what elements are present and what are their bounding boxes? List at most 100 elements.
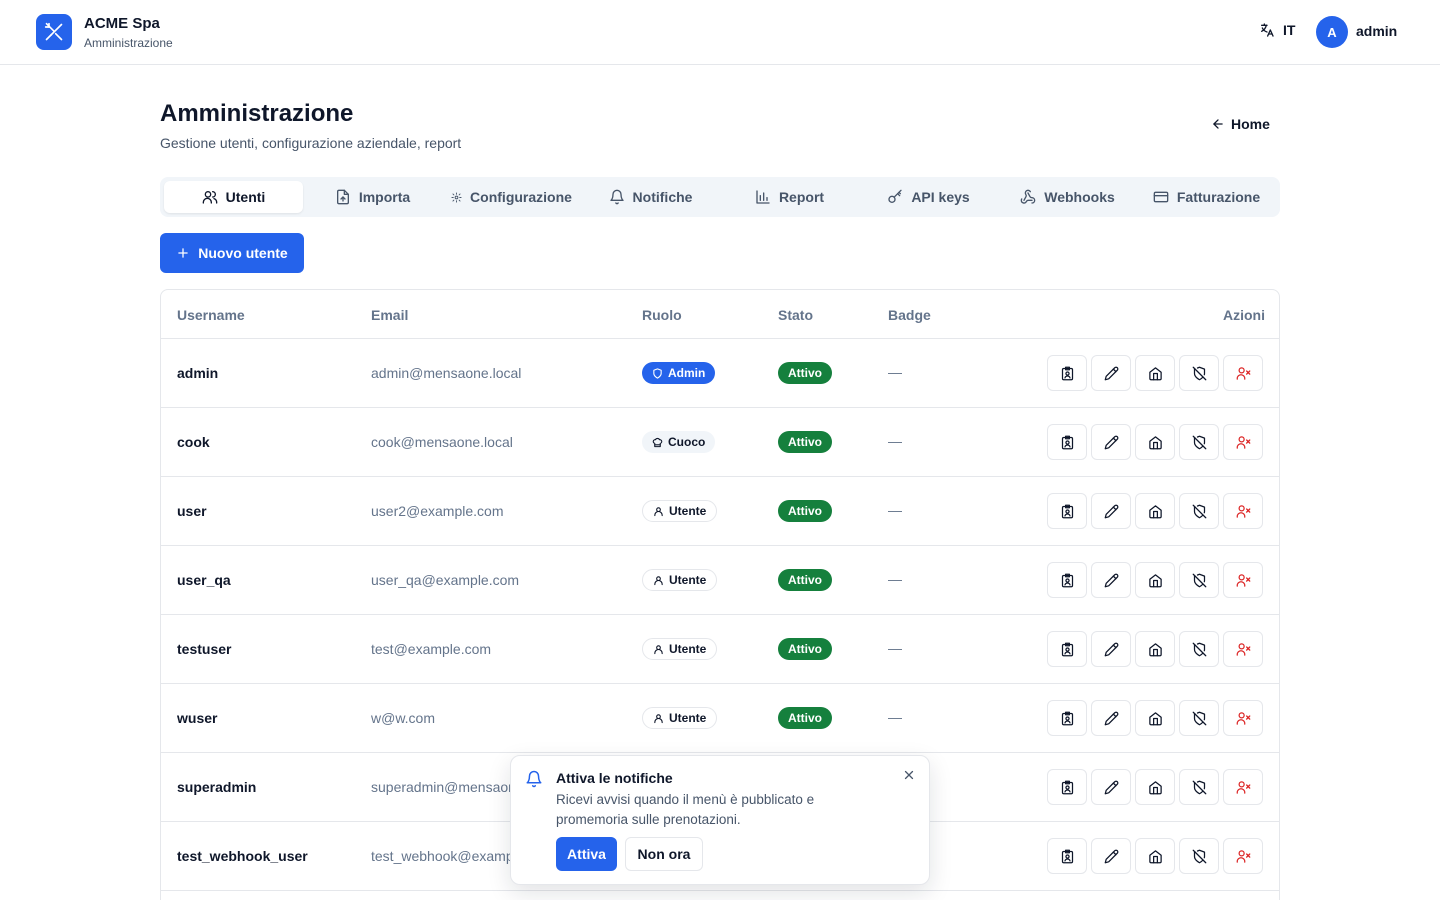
column-header: Username — [177, 307, 245, 323]
badge-icon — [1061, 435, 1073, 449]
tab-importa[interactable]: Importa — [303, 181, 442, 213]
tab-utenti[interactable]: Utenti — [164, 181, 303, 213]
shield-off-icon — [1192, 435, 1206, 449]
home-icon — [1148, 573, 1162, 587]
delete-user-button[interactable] — [1223, 700, 1263, 736]
user-remove-icon — [1236, 435, 1250, 449]
webhook-icon — [1020, 189, 1036, 204]
user-name[interactable]: admin — [1356, 23, 1397, 39]
file-upload-icon — [336, 189, 349, 205]
badge-button[interactable] — [1047, 424, 1087, 460]
column-header: Azioni — [1223, 307, 1265, 323]
shield-off-icon — [1192, 366, 1206, 380]
home-icon — [1148, 642, 1162, 656]
shield-off-icon — [1192, 849, 1206, 863]
row-actions — [1047, 631, 1263, 667]
tab-notifiche[interactable]: Notifiche — [581, 181, 720, 213]
delete-user-button[interactable] — [1223, 355, 1263, 391]
shield-icon — [653, 367, 662, 379]
badge-button[interactable] — [1047, 562, 1087, 598]
column-header: Badge — [888, 307, 931, 323]
status-badge-cell: Attivo — [778, 431, 832, 453]
home-button[interactable] — [1135, 562, 1175, 598]
row-actions — [1047, 424, 1263, 460]
page-title: Amministrazione — [160, 100, 354, 127]
disable-button[interactable] — [1179, 562, 1219, 598]
shield-off-icon — [1192, 711, 1206, 725]
badge-button[interactable] — [1047, 493, 1087, 529]
delete-user-button[interactable] — [1223, 562, 1263, 598]
home-button[interactable] — [1135, 424, 1175, 460]
delete-user-button[interactable] — [1223, 493, 1263, 529]
chef-hat-icon — [652, 437, 663, 447]
language-switcher[interactable]: IT — [1259, 22, 1295, 38]
edit-button[interactable] — [1091, 493, 1131, 529]
edit-button[interactable] — [1091, 562, 1131, 598]
status-badge: Attivo — [778, 638, 832, 660]
close-icon[interactable] — [902, 768, 916, 782]
edit-button[interactable] — [1091, 424, 1131, 460]
table-row: user user2@example.com Utente Attivo — — [161, 477, 1279, 546]
delete-user-button[interactable] — [1223, 424, 1263, 460]
tab-fatturazione[interactable]: Fatturazione — [1137, 181, 1276, 213]
user-icon — [654, 575, 663, 585]
disable-button[interactable] — [1179, 769, 1219, 805]
delete-user-button[interactable] — [1223, 838, 1263, 874]
edit-button[interactable] — [1091, 838, 1131, 874]
home-button[interactable] — [1135, 700, 1175, 736]
badge-button[interactable] — [1047, 631, 1087, 667]
edit-button[interactable] — [1091, 355, 1131, 391]
column-header: Stato — [778, 307, 813, 323]
new-user-label: Nuovo utente — [198, 245, 288, 261]
edit-button[interactable] — [1091, 700, 1131, 736]
admin-tabs: Utenti Importa Configurazione Notifiche … — [160, 177, 1280, 217]
disable-button[interactable] — [1179, 631, 1219, 667]
delete-user-button[interactable] — [1223, 631, 1263, 667]
edit-button[interactable] — [1091, 769, 1131, 805]
home-icon — [1148, 435, 1162, 449]
home-link[interactable]: Home — [1211, 116, 1270, 132]
row-badge: — — [888, 364, 902, 380]
home-button[interactable] — [1135, 769, 1175, 805]
badge-button[interactable] — [1047, 355, 1087, 391]
app-logo[interactable] — [36, 14, 72, 50]
pencil-icon — [1104, 849, 1118, 863]
user-remove-icon — [1236, 849, 1250, 863]
dismiss-notifications-button[interactable]: Non ora — [625, 837, 703, 871]
home-button[interactable] — [1135, 355, 1175, 391]
avatar[interactable]: A — [1316, 16, 1348, 48]
badge-button[interactable] — [1047, 700, 1087, 736]
pencil-icon — [1104, 504, 1118, 518]
delete-user-button[interactable] — [1223, 769, 1263, 805]
utensils-icon — [44, 22, 63, 41]
badge-button[interactable] — [1047, 769, 1087, 805]
disable-button[interactable] — [1179, 838, 1219, 874]
table-row: user_qa user_qa@example.com Utente Attiv… — [161, 546, 1279, 615]
tab-webhooks[interactable]: Webhooks — [998, 181, 1137, 213]
gear-icon — [451, 191, 462, 203]
edit-button[interactable] — [1091, 631, 1131, 667]
new-user-button[interactable]: Nuovo utente — [160, 233, 304, 273]
home-button[interactable] — [1135, 493, 1175, 529]
key-icon — [888, 189, 902, 203]
enable-notifications-button[interactable]: Attiva — [556, 837, 617, 871]
translate-icon — [1261, 23, 1274, 37]
home-button[interactable] — [1135, 838, 1175, 874]
disable-button[interactable] — [1179, 355, 1219, 391]
status-badge-cell: Attivo — [778, 707, 832, 729]
home-icon — [1148, 366, 1162, 380]
row-email: w@w.com — [371, 710, 435, 726]
table-row: cook cook@mensaone.local Cuoco Attivo — — [161, 408, 1279, 477]
home-icon — [1148, 780, 1162, 794]
bell-icon — [526, 770, 542, 788]
brand-name: ACME Spa — [84, 15, 160, 32]
tab-api-keys[interactable]: API keys — [859, 181, 998, 213]
badge-button[interactable] — [1047, 838, 1087, 874]
tab-report[interactable]: Report — [720, 181, 859, 213]
tab-configurazione[interactable]: Configurazione — [442, 181, 581, 213]
disable-button[interactable] — [1179, 493, 1219, 529]
row-username: admin — [177, 365, 219, 381]
home-button[interactable] — [1135, 631, 1175, 667]
disable-button[interactable] — [1179, 700, 1219, 736]
disable-button[interactable] — [1179, 424, 1219, 460]
